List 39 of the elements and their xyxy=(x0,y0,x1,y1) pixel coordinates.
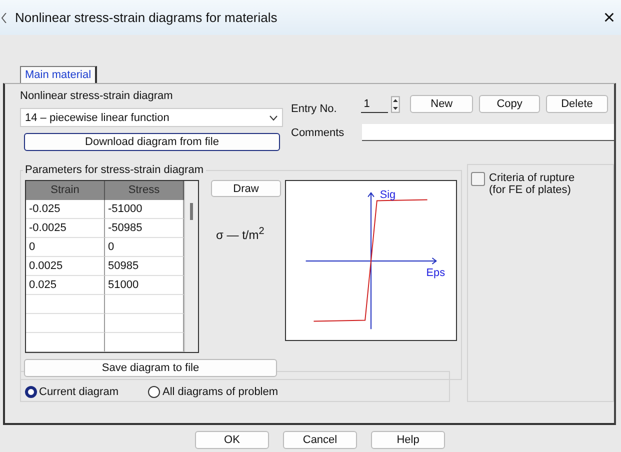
chevron-icon xyxy=(269,114,278,120)
close-button[interactable]: × xyxy=(603,8,615,28)
table-cell[interactable]: 0 xyxy=(26,238,105,257)
column-header: Stress xyxy=(105,181,184,200)
axis-label: Sig xyxy=(380,188,396,201)
table-cell[interactable]: 0.025 xyxy=(26,276,105,295)
checkbox[interactable] xyxy=(471,172,485,186)
table-cell[interactable]: -0.0025 xyxy=(26,219,105,238)
dialog-button[interactable]: Help xyxy=(371,431,445,449)
action-button[interactable]: New xyxy=(410,95,474,113)
table-cell[interactable] xyxy=(26,314,105,333)
diagram-type-dropdown[interactable]: 14 – piecewise linear function xyxy=(20,108,283,127)
field-label: Comments xyxy=(291,126,346,138)
dialog-button[interactable]: OK xyxy=(195,431,269,449)
table-cell[interactable] xyxy=(26,295,105,314)
field-label: Entry No. xyxy=(291,103,338,115)
window-title: Nonlinear stress-strain diagrams for materials xyxy=(15,10,278,25)
spinner-arrows-icon[interactable] xyxy=(391,96,400,112)
draw-button[interactable]: Draw xyxy=(211,180,281,197)
save-button[interactable]: Save diagram to file xyxy=(24,359,277,377)
table-cell[interactable] xyxy=(26,333,105,352)
radio-button[interactable] xyxy=(148,386,160,398)
table-cell[interactable]: 0.0025 xyxy=(26,257,105,276)
group-title: Parameters for stress-strain diagram xyxy=(24,164,204,176)
download-button[interactable]: Download diagram from file xyxy=(24,133,280,151)
tab[interactable]: Main material xyxy=(20,66,98,83)
axis-label: Eps xyxy=(426,266,446,279)
action-button[interactable]: Copy xyxy=(479,95,540,113)
comments-field[interactable] xyxy=(362,124,614,141)
scrollbar-thumb[interactable] xyxy=(190,203,193,220)
column-header: Strain xyxy=(26,181,105,200)
checkbox-label: Criteria of rupture (for FE of plates) xyxy=(489,172,576,196)
back-icon[interactable] xyxy=(1,12,7,22)
field-label: Nonlinear stress-strain diagram xyxy=(20,90,174,104)
units-label: σ — t/m$^{2}$ xyxy=(216,226,266,242)
table-cell[interactable]: -0.025 xyxy=(26,200,105,219)
action-button[interactable]: Delete xyxy=(546,95,608,113)
radio-button[interactable] xyxy=(25,386,37,398)
dialog-button[interactable]: Cancel xyxy=(283,431,357,449)
